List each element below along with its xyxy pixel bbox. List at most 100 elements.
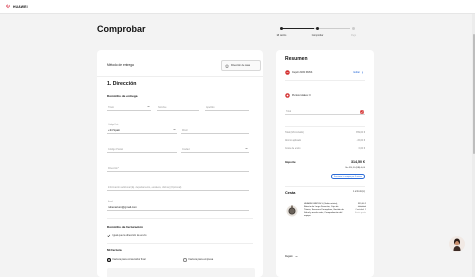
line-value: -15,00 € bbox=[356, 140, 365, 142]
coupon-row: Cupón 30% PASS bbox=[285, 70, 312, 75]
huawei-logo[interactable]: HUAWEI bbox=[5, 4, 28, 9]
divider bbox=[285, 126, 365, 127]
top-bar: HUAWEI bbox=[0, 0, 475, 14]
divider bbox=[97, 76, 263, 77]
checkout-steps: Mi carrito Comprobar Pago bbox=[277, 26, 357, 40]
total-input[interactable]: Total bbox=[285, 107, 365, 115]
line-value: 0,00 € bbox=[358, 148, 365, 150]
import-row: Importe 314,50 € bbox=[285, 160, 365, 164]
country-code-label: Código País bbox=[108, 124, 119, 126]
radio-unselected-icon bbox=[183, 258, 187, 262]
coupon-icon bbox=[285, 70, 290, 75]
import-label: Importe bbox=[285, 160, 296, 164]
cart-header: Cesta 1 artículo(s) bbox=[285, 191, 365, 195]
checkbox-checked-icon bbox=[107, 234, 111, 238]
product-desc-text: HUAWEI WATCH 5 (Vidrio artista), Batería… bbox=[304, 203, 344, 218]
same-address-checkbox[interactable]: Igual que la dirección de envío bbox=[107, 234, 146, 238]
installments-button[interactable]: Fracciona tu compra por 3 meses bbox=[331, 174, 365, 179]
step-connector bbox=[314, 28, 350, 29]
brand-name: HUAWEI bbox=[13, 4, 28, 9]
invoice-consumer-label: Factura para consumidor final bbox=[112, 258, 146, 262]
chevron-down-icon bbox=[294, 255, 298, 258]
step-label-payment: Pago bbox=[350, 35, 357, 37]
summary-line-shipping: Coste de envío 0,00 € bbox=[285, 148, 365, 150]
step-dot-cart bbox=[280, 26, 283, 30]
email-field[interactable]: Email rubenarturo@gmail.com bbox=[107, 201, 249, 211]
first-name-field[interactable]: Nombre bbox=[157, 103, 199, 111]
points-label: Puntos totales: 0 bbox=[292, 94, 311, 97]
last-name-placeholder: Apellido bbox=[206, 105, 215, 109]
step-dot-checkout bbox=[316, 26, 319, 30]
country-code-select[interactable]: Código País +34 Spain bbox=[107, 124, 177, 134]
summary-line-total: Total (IVA incluido) 359,00 € bbox=[285, 132, 365, 134]
chevron-down-icon bbox=[147, 105, 150, 108]
step-label-checkout: Comprobar bbox=[311, 35, 324, 37]
chat-assistant-avatar[interactable] bbox=[449, 236, 465, 252]
postal-code-field[interactable]: Código Postal bbox=[107, 145, 177, 153]
cart-title: Cesta bbox=[285, 191, 296, 195]
country-code-value: +34 Spain bbox=[108, 128, 121, 132]
chevron-down-icon bbox=[173, 128, 176, 131]
step-dot-payment bbox=[352, 26, 355, 30]
gift-row[interactable]: Regalo bbox=[285, 255, 298, 258]
postal-code-placeholder: Código Postal bbox=[108, 147, 123, 151]
billing-address-subtitle: Domicilio de facturación bbox=[107, 225, 143, 229]
address-section-title: 1. Dirección bbox=[107, 81, 137, 87]
invoice-consumer-radio[interactable]: Factura para consumidor final bbox=[107, 258, 146, 262]
product-description[interactable]: HUAWEI WATCH 5 (Vidrio artista), Batería… bbox=[304, 203, 344, 218]
total-placeholder: Total bbox=[286, 109, 292, 113]
last-name-field[interactable]: Apellido bbox=[205, 103, 249, 111]
assistant-person-icon bbox=[449, 236, 465, 252]
step-label-cart[interactable]: Mi carrito bbox=[277, 35, 286, 37]
import-value: 314,50 € bbox=[351, 160, 365, 164]
phone-field[interactable]: Móvil bbox=[181, 126, 249, 134]
phone-placeholder: Móvil bbox=[182, 128, 188, 132]
divider bbox=[107, 218, 253, 219]
cart-count: 1 artículo(s) bbox=[352, 191, 365, 193]
invoice-subtitle: Mi factura bbox=[107, 248, 122, 252]
points-icon bbox=[285, 93, 290, 98]
line-label: Ahorro aplicado bbox=[285, 140, 302, 142]
edit-coupon-link[interactable]: Editar bbox=[353, 71, 364, 74]
home-delivery-button[interactable]: Dirección de casa bbox=[221, 60, 261, 71]
radio-selected-icon bbox=[107, 258, 111, 262]
shipping-method-row: Método de entrega Dirección de casa bbox=[107, 60, 261, 72]
email-value: rubenarturo@gmail.com bbox=[108, 205, 137, 209]
coupon-label: Cupón 30% PASS bbox=[292, 71, 313, 74]
title-select[interactable]: Título bbox=[107, 103, 151, 111]
product-price-block: 359,00 € 399,00 € Cantidad: 1 Envío grat… bbox=[348, 203, 366, 215]
invoice-company-radio[interactable]: Factura para empresa bbox=[183, 258, 213, 262]
edit-label: Editar bbox=[353, 71, 360, 74]
chevron-down-icon bbox=[245, 147, 248, 150]
line-label: Coste de envío bbox=[285, 148, 301, 150]
title-placeholder: Título bbox=[108, 105, 114, 109]
divider bbox=[285, 80, 365, 81]
invoice-details-box bbox=[107, 268, 255, 277]
same-address-label: Igual que la dirección de envío bbox=[112, 234, 147, 238]
product-watch-image[interactable] bbox=[286, 205, 298, 217]
email-label: Email bbox=[108, 201, 113, 203]
line-label: Total (IVA incluido) bbox=[285, 132, 304, 134]
order-summary-card: Resumen Cupón 30% PASS Editar Puntos tot… bbox=[276, 50, 374, 277]
scrollbar-thumb[interactable] bbox=[472, 34, 475, 154]
home-delivery-label: Dirección de casa bbox=[231, 64, 251, 67]
line-value: 359,00 € bbox=[356, 132, 365, 134]
huawei-flower-icon bbox=[6, 4, 10, 9]
additional-info-field[interactable]: Información adicional (Ej. departamento,… bbox=[107, 183, 249, 191]
shipping-address-subtitle: Domicilio de entrega bbox=[107, 94, 138, 98]
product-extra: Envío gratis bbox=[355, 212, 366, 215]
address-placeholder: Dirección* bbox=[108, 166, 119, 170]
city-select[interactable]: Ciudad bbox=[181, 145, 249, 153]
points-row: Puntos totales: 0 bbox=[285, 93, 311, 98]
first-name-placeholder: Nombre bbox=[158, 105, 167, 109]
additional-info-placeholder: Información adicional (Ej. departamento,… bbox=[108, 185, 182, 189]
city-placeholder: Ciudad bbox=[182, 147, 190, 151]
home-icon bbox=[225, 63, 229, 68]
page-title: Comprobar bbox=[97, 24, 146, 34]
divider bbox=[107, 243, 253, 244]
summary-title: Resumen bbox=[285, 56, 308, 62]
address-field[interactable]: Dirección* bbox=[107, 164, 249, 172]
invoice-company-label: Factura para empresa bbox=[188, 258, 214, 262]
summary-line-savings: Ahorro aplicado -15,00 € bbox=[285, 140, 365, 142]
step-connector bbox=[281, 28, 314, 29]
